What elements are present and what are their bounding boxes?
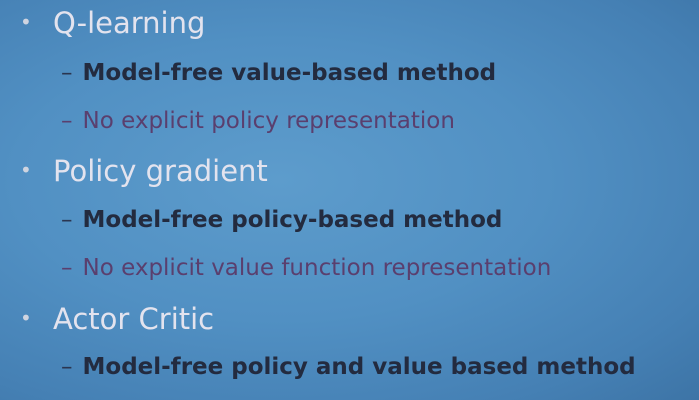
subpoint-policy-gradient-2: – No explicit value function representati…	[61, 255, 551, 281]
subpoint-q-learning-2: – No explicit policy representation	[61, 108, 455, 134]
dash-icon: –	[61, 255, 73, 281]
heading-policy-gradient: Policy gradient	[53, 154, 268, 188]
bullet-icon: •	[20, 158, 32, 182]
subpoint-text: Model-free value-based method	[82, 60, 497, 86]
dash-icon: –	[61, 354, 73, 380]
bullet-icon: •	[20, 306, 32, 330]
subpoint-text: No explicit value function representatio…	[82, 255, 552, 281]
dash-icon: –	[61, 60, 73, 86]
heading-actor-critic: Actor Critic	[53, 302, 215, 336]
subpoint-actor-critic-1: – Model-free policy and value based metho…	[61, 354, 636, 380]
dash-icon: –	[61, 207, 73, 233]
subpoint-text: Model-free policy and value based method	[82, 354, 636, 380]
subpoint-text: Model-free policy-based method	[82, 207, 503, 233]
heading-q-learning: Q-learning	[53, 6, 206, 40]
subpoint-text: No explicit policy representation	[82, 108, 455, 134]
subpoint-q-learning-1: – Model-free value-based method	[61, 60, 496, 86]
subpoint-policy-gradient-1: – Model-free policy-based method	[61, 207, 502, 233]
slide: • Q-learning – Model-free value-based met…	[0, 0, 699, 400]
dash-icon: –	[61, 108, 73, 134]
bullet-icon: •	[20, 10, 32, 34]
